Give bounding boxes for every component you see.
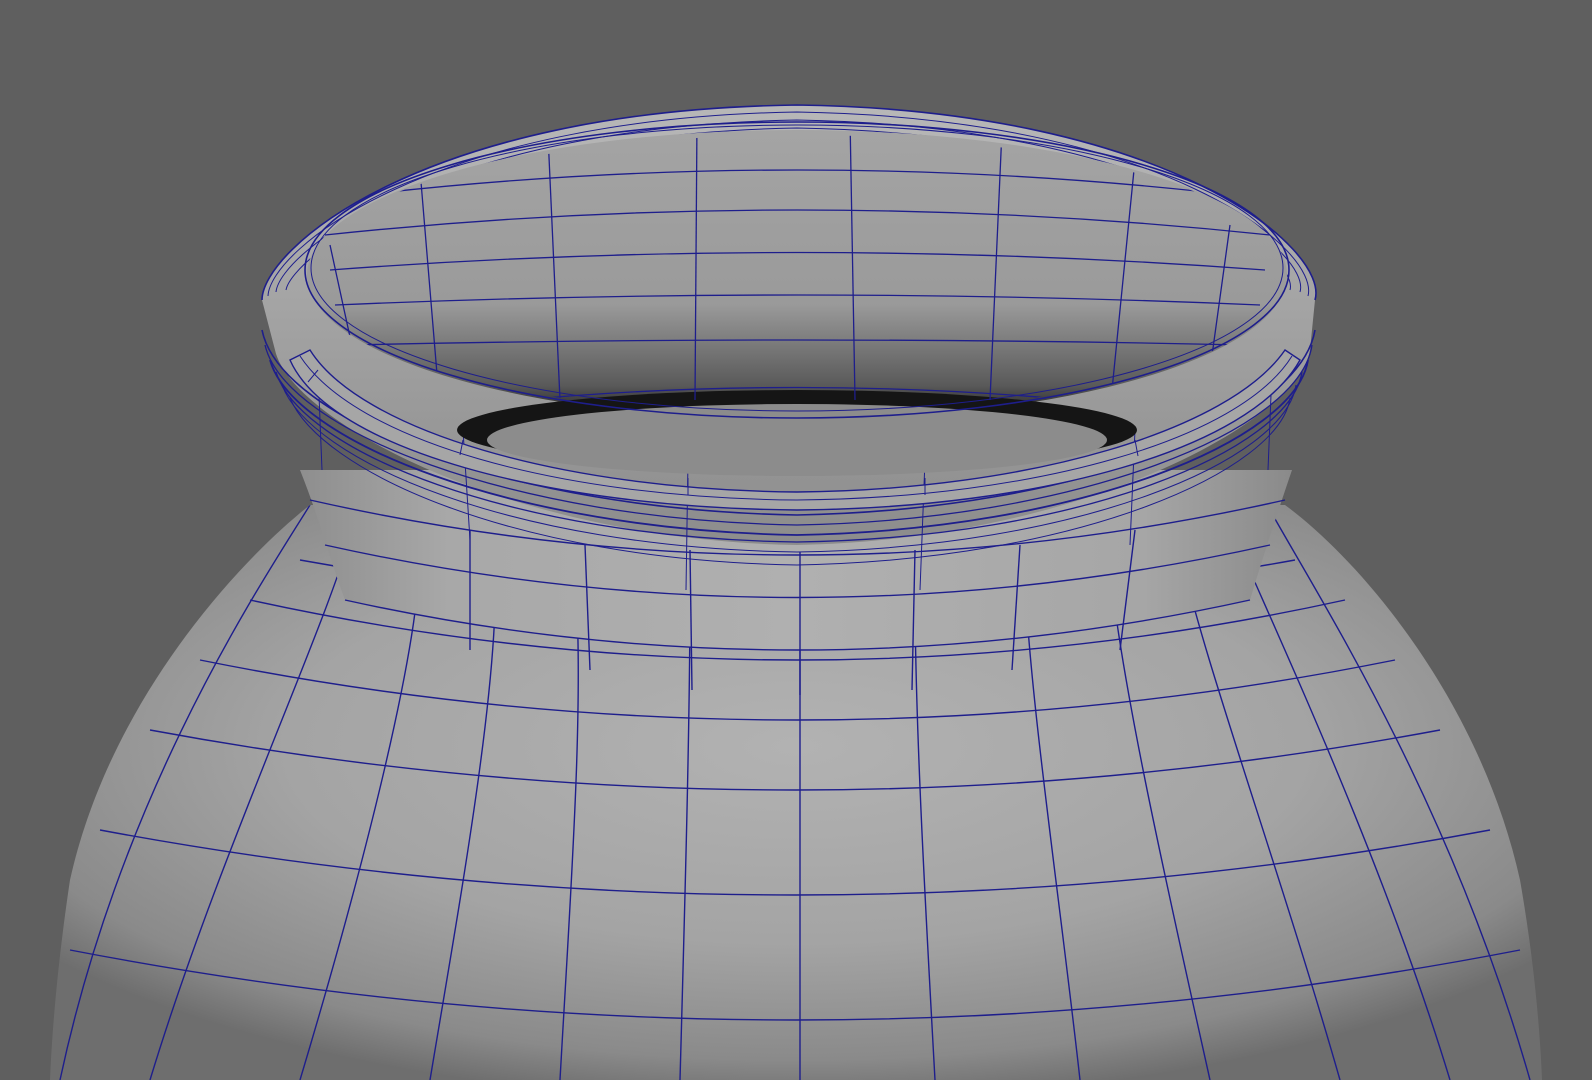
3d-viewport[interactable] [0, 0, 1592, 1080]
viewport-canvas[interactable] [0, 0, 1592, 1080]
